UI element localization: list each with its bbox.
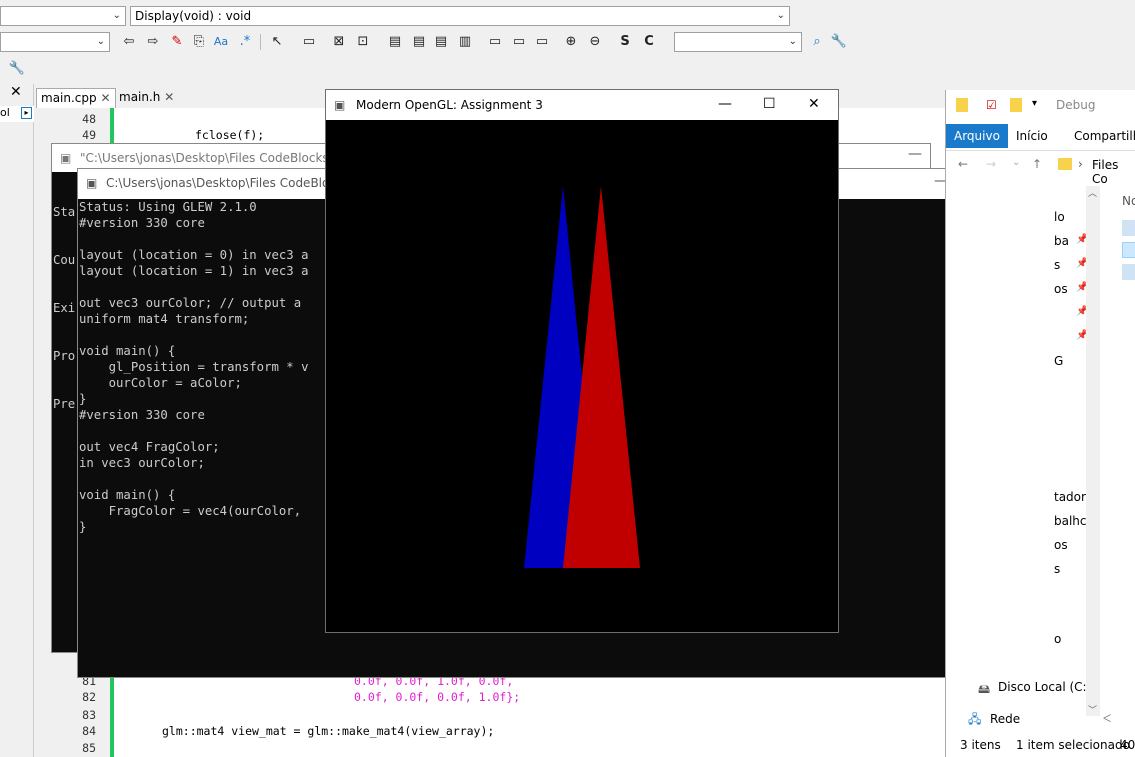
file-explorer[interactable]: ☑ ▾ Debug Arquivo Início Compartilha ← →… [945,90,1135,757]
close-icon[interactable]: ✕ [100,91,110,105]
chevron-down-icon: ⌄ [776,10,785,21]
file-icon[interactable] [1122,220,1135,236]
scroll-up-icon[interactable]: ︿ [1088,186,1097,199]
panel-partial: ol ▸ [0,106,34,122]
wrench-icon[interactable]: 🔧 [8,60,26,78]
toolbar-combo[interactable]: ⌄ [674,32,802,52]
regex-icon[interactable]: .* [236,33,254,51]
layout-1-icon[interactable]: ▤ [386,33,404,51]
forward-icon[interactable]: → [986,157,996,171]
code-line: 0.0f, 0.0f, 0.0f, 1.0f}; [354,690,521,704]
close-icon[interactable]: ✕ [164,90,174,104]
opengl-window[interactable]: ▣ Modern OpenGL: Assignment 3 — ☐ ✕ [325,89,839,633]
status-bar: 3 itens 1 item selecionado 406 [946,733,1135,757]
chevron-down-icon[interactable]: ▾ [1032,98,1037,109]
tab-inicio[interactable]: Início [1008,124,1056,148]
back-arrow-icon[interactable]: ⇦ [120,33,138,51]
search-icon[interactable]: ⌕ [808,33,826,51]
scroll-down-icon[interactable]: ﹀ [1088,703,1097,716]
back-icon[interactable]: ← [958,157,968,171]
close-icon[interactable]: ✕ [10,84,22,100]
column-header[interactable]: No [1122,194,1135,208]
match-case-icon[interactable]: Aa [212,33,230,51]
scroll-left-icon[interactable]: ＜ [1102,710,1112,725]
tab-main-cpp[interactable]: main.cpp ✕ [36,88,116,108]
chevron-right-icon[interactable]: ▸ [21,107,32,119]
folder-icon [1058,158,1072,170]
code-line: glm::mat4 view_mat = glm::make_mat4(view… [162,724,495,738]
opengl-title: ▣ Modern OpenGL: Assignment 3 [326,90,838,120]
scope-combo[interactable]: ⌄ [0,6,126,26]
file-icon[interactable] [1122,264,1135,280]
scene-svg [524,186,640,568]
nav-item-drive[interactable]: Disco Local (C:) [998,680,1091,694]
shape-2-icon[interactable]: ▭ [510,33,528,51]
nav-item[interactable]: s [1054,562,1060,576]
nav-item[interactable]: tador [1054,490,1086,504]
nav-item[interactable]: s [1054,258,1060,272]
chevron-down-icon: ⌄ [112,10,121,21]
code-line: fclose(f); [195,128,265,142]
zoom-in-icon[interactable]: ⊕ [562,33,580,51]
render-canvas[interactable] [326,120,838,632]
zoom-out-icon[interactable]: ⊖ [586,33,604,51]
up-icon[interactable]: ↑ [1032,157,1042,171]
layout-2-icon[interactable]: ▤ [410,33,428,51]
chevron-down-icon: ⌄ [96,36,105,47]
tab-main-h[interactable]: main.h ✕ [115,88,178,108]
ide-toolbar-area: ⌄ Display(void) : void ⌄ ⌄ ⇦ ⇨ ✎ ⎘ Aa .* … [0,0,1135,90]
layout-4-icon[interactable]: ▥ [456,33,474,51]
nav-item[interactable]: G [1054,354,1063,368]
nav-item[interactable]: o [1054,632,1061,646]
nav-item[interactable]: os [1054,538,1068,552]
network-icon: 🖧 [968,712,982,726]
maximize-icon[interactable]: ☐ [763,96,776,112]
folder-icon [956,98,968,112]
cursor-icon[interactable]: ↖ [268,33,286,51]
new-folder-icon[interactable] [1010,98,1022,112]
file-icon-selected[interactable] [1122,242,1135,258]
nav-scrollbar[interactable]: ︿ ﹀ [1086,186,1100,716]
box-text-icon[interactable]: ⊡ [354,33,372,51]
s-icon[interactable]: S [616,33,634,51]
shape-3-icon[interactable]: ▭ [533,33,551,51]
layout-3-icon[interactable]: ▤ [432,33,450,51]
management-panel: ✕ ol ▸ [0,84,34,757]
console-icon: ▣ [86,176,98,190]
highlight-icon[interactable]: ✎ [168,33,186,51]
chevron-down-icon[interactable]: ⌄ [1012,157,1020,168]
forward-arrow-icon[interactable]: ⇨ [144,33,162,51]
wrench-icon[interactable]: 🔧 [830,33,848,51]
close-icon[interactable]: ✕ [808,96,820,112]
function-combo[interactable]: Display(void) : void ⌄ [130,6,790,26]
window-title: Debug [1056,98,1096,112]
chevron-right-icon: › [1078,157,1083,171]
tab-arquivo[interactable]: Arquivo [946,124,1008,148]
nav-item[interactable]: ba [1054,234,1069,248]
find-icon[interactable]: ⎘ [190,33,208,51]
nav-item[interactable]: lo [1054,210,1065,224]
nav-item[interactable]: os [1054,282,1068,296]
search-combo[interactable]: ⌄ [0,32,110,52]
minimize-icon[interactable]: — [908,146,922,162]
chevron-down-icon: ⌄ [788,36,797,47]
console-icon: ▣ [60,151,72,165]
function-combo-value: Display(void) : void [135,9,252,23]
path-segment[interactable]: Files Co [1092,158,1135,186]
rect-icon[interactable]: ▭ [300,33,318,51]
address-bar[interactable]: ← → ⌄ ↑ › Files Co [946,150,1135,186]
shape-1-icon[interactable]: ▭ [486,33,504,51]
window-icon: ▣ [334,98,346,112]
drive-icon: 🖴 [978,682,991,696]
c-icon[interactable]: C [640,33,658,51]
properties-icon[interactable]: ☑ [986,98,997,112]
box-icon[interactable]: ⊠ [330,33,348,51]
tab-compartilhar[interactable]: Compartilha [1066,124,1135,148]
minimize-icon[interactable]: — [718,96,732,112]
nav-item-network[interactable]: Rede [990,712,1020,726]
nav-item[interactable]: balhc [1054,514,1087,528]
